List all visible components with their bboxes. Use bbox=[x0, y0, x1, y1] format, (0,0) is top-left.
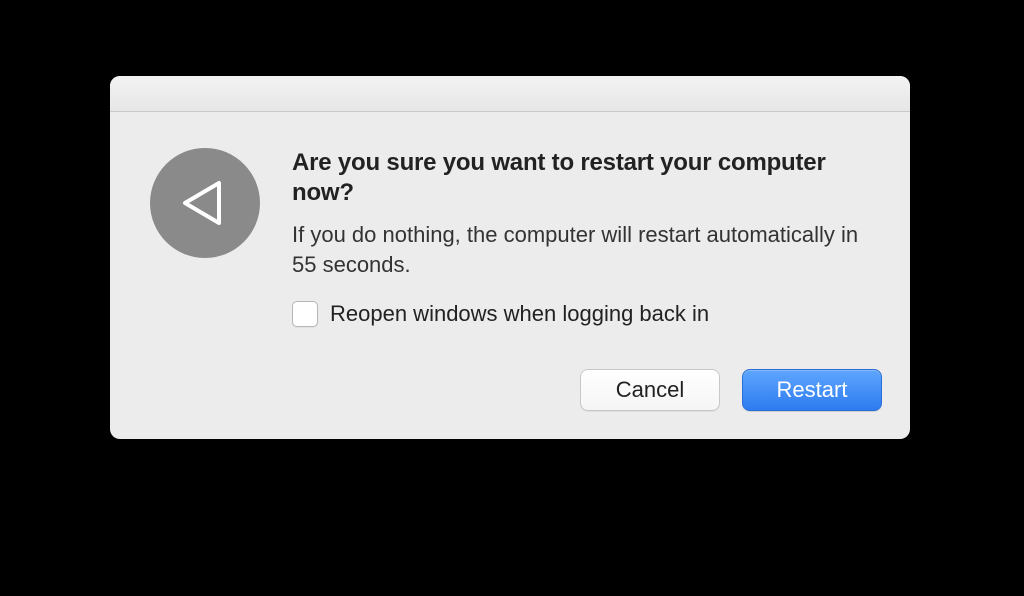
reopen-windows-label: Reopen windows when logging back in bbox=[330, 301, 709, 327]
dialog-body: Are you sure you want to restart your co… bbox=[292, 148, 870, 351]
reopen-windows-checkbox[interactable] bbox=[292, 301, 318, 327]
restart-icon bbox=[150, 148, 260, 258]
dialog-icon-container bbox=[150, 148, 260, 258]
cancel-button[interactable]: Cancel bbox=[580, 369, 720, 411]
screen: Are you sure you want to restart your co… bbox=[0, 0, 1024, 596]
dialog-content: Are you sure you want to restart your co… bbox=[110, 112, 910, 369]
restart-confirm-dialog: Are you sure you want to restart your co… bbox=[110, 76, 910, 439]
restart-triangle-icon bbox=[175, 173, 235, 233]
reopen-windows-option[interactable]: Reopen windows when logging back in bbox=[292, 301, 870, 327]
dialog-heading: Are you sure you want to restart your co… bbox=[292, 148, 870, 208]
dialog-footer: Cancel Restart bbox=[110, 369, 910, 439]
dialog-description: If you do nothing, the computer will res… bbox=[292, 220, 870, 279]
restart-button[interactable]: Restart bbox=[742, 369, 882, 411]
dialog-titlebar bbox=[110, 76, 910, 112]
